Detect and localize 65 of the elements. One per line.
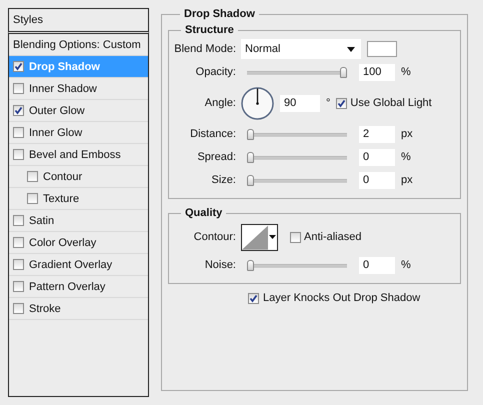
checkbox[interactable] [13, 83, 24, 94]
field-label: Angle: [204, 97, 237, 109]
unit-label: % [401, 259, 411, 271]
checkbox[interactable] [27, 171, 38, 182]
checkbox[interactable] [248, 292, 259, 304]
effect-label[interactable]: Satin [29, 214, 54, 226]
group-title: Structure [184, 24, 235, 36]
checkbox[interactable] [13, 303, 24, 314]
slider-thumb[interactable] [247, 260, 254, 270]
unit-label: % [401, 151, 411, 163]
checkbox[interactable] [13, 215, 24, 226]
checkbox[interactable] [13, 149, 24, 160]
section-title: Drop Shadow [183, 8, 256, 20]
value-field[interactable]: 2 [359, 126, 395, 142]
value-field[interactable]: 100 [359, 64, 395, 80]
angle-dial[interactable] [241, 86, 274, 120]
color-swatch[interactable] [367, 41, 397, 57]
option-label: Use Global Light [350, 97, 432, 109]
checkbox[interactable] [13, 127, 24, 138]
option-label: Anti-aliased [304, 231, 362, 243]
value-field[interactable]: 0 [359, 256, 395, 274]
field-label: Spread: [196, 151, 237, 163]
effect-label[interactable]: Color Overlay [29, 236, 96, 248]
checkbox[interactable] [13, 237, 24, 248]
effect-label[interactable]: Texture [43, 192, 80, 204]
slider-thumb[interactable] [247, 152, 254, 162]
effect-label[interactable]: Stroke [29, 302, 61, 314]
field-label: Opacity: [194, 66, 237, 78]
slider-thumb[interactable] [247, 128, 254, 140]
value-field[interactable]: 90 [280, 94, 320, 112]
field-label: Blend Mode: [173, 43, 237, 55]
checkbox[interactable] [13, 281, 24, 292]
value-field[interactable]: 0 [359, 172, 395, 188]
contour-curve-icon [242, 224, 268, 250]
caret-icon [269, 234, 277, 240]
effect-label[interactable]: Outer Glow [29, 104, 85, 116]
checkbox[interactable] [13, 259, 24, 270]
group-title: Quality [184, 207, 224, 219]
caret-icon [347, 46, 355, 52]
blend-mode-dropdown[interactable]: Normal [241, 39, 361, 59]
unit-label: % [401, 66, 411, 78]
panel-title: Styles [8, 8, 149, 34]
checkbox[interactable] [27, 193, 38, 204]
unit-label: px [401, 128, 413, 140]
checkbox[interactable] [336, 98, 348, 108]
unit-label: px [401, 174, 413, 186]
effect-label[interactable]: Inner Glow [29, 126, 82, 138]
option-label: Layer Knocks Out Drop Shadow [263, 292, 420, 304]
value-field[interactable]: 0 [359, 148, 395, 166]
checkbox[interactable] [290, 232, 301, 242]
slider-thumb[interactable] [247, 174, 254, 186]
field-label: Noise: [204, 259, 237, 271]
slider-thumb[interactable] [340, 66, 347, 78]
unit-label: ° [326, 97, 330, 109]
effect-label[interactable]: Bevel and Emboss [29, 148, 121, 160]
effect-label[interactable]: Pattern Overlay [29, 280, 106, 292]
contour-picker[interactable] [241, 224, 278, 250]
effect-label[interactable]: Inner Shadow [29, 82, 97, 94]
field-label: Distance: [189, 128, 237, 140]
field-label: Size: [210, 174, 237, 186]
checkbox[interactable] [13, 105, 24, 116]
effect-label[interactable]: Gradient Overlay [29, 258, 112, 270]
checkbox[interactable] [13, 61, 24, 72]
field-label: Contour: [192, 231, 237, 243]
effect-label[interactable]: Contour [43, 170, 82, 182]
